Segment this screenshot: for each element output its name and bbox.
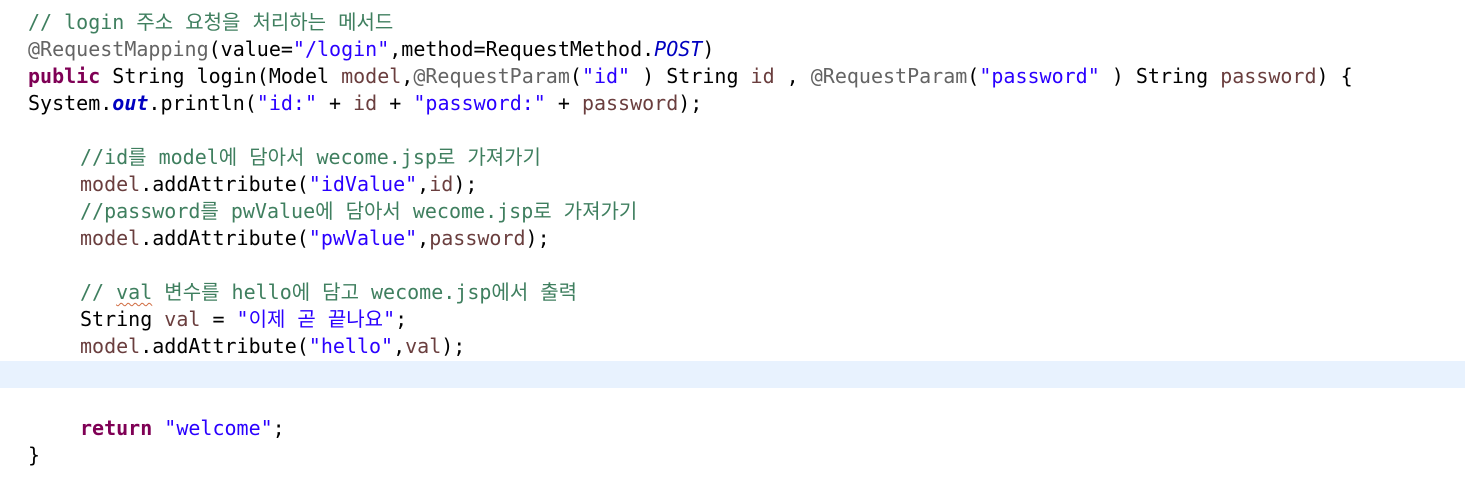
code-token: val (405, 334, 442, 358)
code-token: ; (272, 416, 285, 440)
code-token: ); (525, 226, 550, 250)
code-token: ) { (1316, 64, 1353, 88)
code-token: ) String (630, 64, 751, 88)
code-token: "이제 곧 끝나요" (236, 307, 396, 331)
code-line-8[interactable]: //password를 pwValue에 담아서 wecome.jsp로 가져가… (0, 198, 1465, 225)
code-token: model (341, 64, 402, 88)
return-statement: return "welcome"; (80, 415, 285, 442)
code-token: (value= (208, 37, 293, 61)
code-token: System. (28, 91, 113, 115)
code-line-10[interactable] (0, 252, 1465, 279)
code-line-17[interactable]: } (0, 442, 1465, 469)
code-token: id (750, 64, 775, 88)
code-token: val (164, 307, 201, 331)
code-token: ; (395, 307, 408, 331)
code-token: "id" (581, 64, 631, 88)
code-token: "welcome" (164, 416, 273, 440)
code-token: model (80, 172, 141, 196)
add-attribute-pwvalue: model.addAttribute("pwValue",password); (80, 225, 550, 252)
code-token: out (112, 91, 149, 115)
code-line-16[interactable]: return "welcome"; (0, 415, 1465, 442)
code-token: "password" (979, 64, 1100, 88)
code-token: .addAttribute( (140, 172, 309, 196)
code-token: POST (654, 37, 703, 61)
code-line-11[interactable]: // val 변수를 hello에 담고 wecome.jsp에서 출력 (0, 279, 1465, 306)
println-statement: System.out.println("id:" + id + "passwor… (28, 90, 702, 117)
code-token: @RequestParam (413, 64, 570, 88)
code-token: "pwValue" (308, 226, 418, 250)
comment-val-hello: // val 변수를 hello에 담고 wecome.jsp에서 출력 (80, 279, 577, 306)
code-line-5[interactable] (0, 117, 1465, 144)
code-token: .addAttribute( (140, 226, 309, 250)
code-line-2[interactable]: @RequestMapping(value="/login",method=Re… (0, 36, 1465, 63)
code-token: ) (702, 37, 715, 61)
code-token: @RequestParam (810, 64, 968, 88)
code-token: ) String (1099, 64, 1221, 88)
code-token: + (377, 91, 414, 115)
code-token: id (429, 172, 454, 196)
code-line-6[interactable]: //id를 model에 담아서 wecome.jsp로 가져가기 (0, 144, 1465, 171)
code-token: .addAttribute( (140, 334, 309, 358)
code-token: String login(Model (100, 64, 342, 88)
closing-brace: } (28, 442, 40, 469)
code-token: , (417, 172, 430, 196)
code-token: = (200, 307, 237, 331)
code-token: password (1220, 64, 1317, 88)
code-token: // login 주소 요청을 처리하는 메서드 (28, 10, 394, 34)
code-line-1[interactable]: // login 주소 요청을 처리하는 메서드 (0, 9, 1465, 36)
code-token: + (317, 91, 354, 115)
code-token: ); (678, 91, 703, 115)
code-token: 변수를 hello에 담고 wecome.jsp에서 출력 (152, 280, 578, 304)
val-declaration: String val = "이제 곧 끝나요"; (80, 306, 407, 333)
code-line-13[interactable]: model.addAttribute("hello",val); (0, 333, 1465, 360)
code-token: ); (441, 334, 466, 358)
code-token: model (80, 334, 141, 358)
code-token: //password를 pwValue에 담아서 wecome.jsp로 가져가… (80, 199, 638, 223)
code-line-9[interactable]: model.addAttribute("pwValue",password); (0, 225, 1465, 252)
code-line-15[interactable] (0, 388, 1465, 415)
code-token: } (28, 443, 41, 467)
code-token: "/login" (292, 37, 390, 61)
code-token: , (393, 334, 406, 358)
code-token: // (80, 280, 117, 304)
code-token: val (116, 280, 153, 304)
code-token: "hello" (308, 334, 394, 358)
code-token: + (545, 91, 582, 115)
code-token: ); (453, 172, 478, 196)
code-token: @RequestMapping (28, 37, 209, 61)
code-token: , (401, 64, 414, 88)
code-token: String (80, 307, 165, 331)
comment-password-model: //password를 pwValue에 담아서 wecome.jsp로 가져가… (80, 198, 637, 225)
code-line-7[interactable]: model.addAttribute("idValue",id); (0, 171, 1465, 198)
code-token: "password:" (413, 91, 546, 115)
code-token: public (28, 64, 101, 88)
code-line-3[interactable]: public String login(Model model,@Request… (0, 63, 1465, 90)
code-token: ,method=RequestMethod. (389, 37, 655, 61)
code-token: "idValue" (308, 172, 418, 196)
add-attribute-hello: model.addAttribute("hello",val); (80, 333, 465, 360)
code-token: , (417, 226, 430, 250)
current-line-highlight[interactable] (0, 361, 1465, 388)
code-line-4[interactable]: System.out.println("id:" + id + "passwor… (0, 90, 1465, 117)
code-token: id (353, 91, 378, 115)
comment-login-handler: // login 주소 요청을 처리하는 메서드 (28, 9, 393, 36)
code-line-12[interactable]: String val = "이제 곧 끝나요"; (0, 306, 1465, 333)
request-mapping-annotation: @RequestMapping(value="/login",method=Re… (28, 36, 714, 63)
method-signature: public String login(Model model,@Request… (28, 63, 1353, 90)
code-token: //id를 model에 담아서 wecome.jsp로 가져가기 (80, 145, 541, 169)
code-token: ( (967, 64, 980, 88)
code-token: password (581, 91, 679, 115)
comment-id-model: //id를 model에 담아서 wecome.jsp로 가져가기 (80, 144, 541, 171)
code-token: model (80, 226, 141, 250)
code-token: "id:" (256, 91, 318, 115)
code-token: password (429, 226, 526, 250)
code-token: , (774, 64, 811, 88)
code-token: ( (569, 64, 582, 88)
code-token: return (80, 416, 153, 440)
code-token: .println( (148, 91, 257, 115)
add-attribute-idvalue: model.addAttribute("idValue",id); (80, 171, 477, 198)
code-editor[interactable]: // login 주소 요청을 처리하는 메서드 @RequestMapping… (0, 0, 1465, 488)
